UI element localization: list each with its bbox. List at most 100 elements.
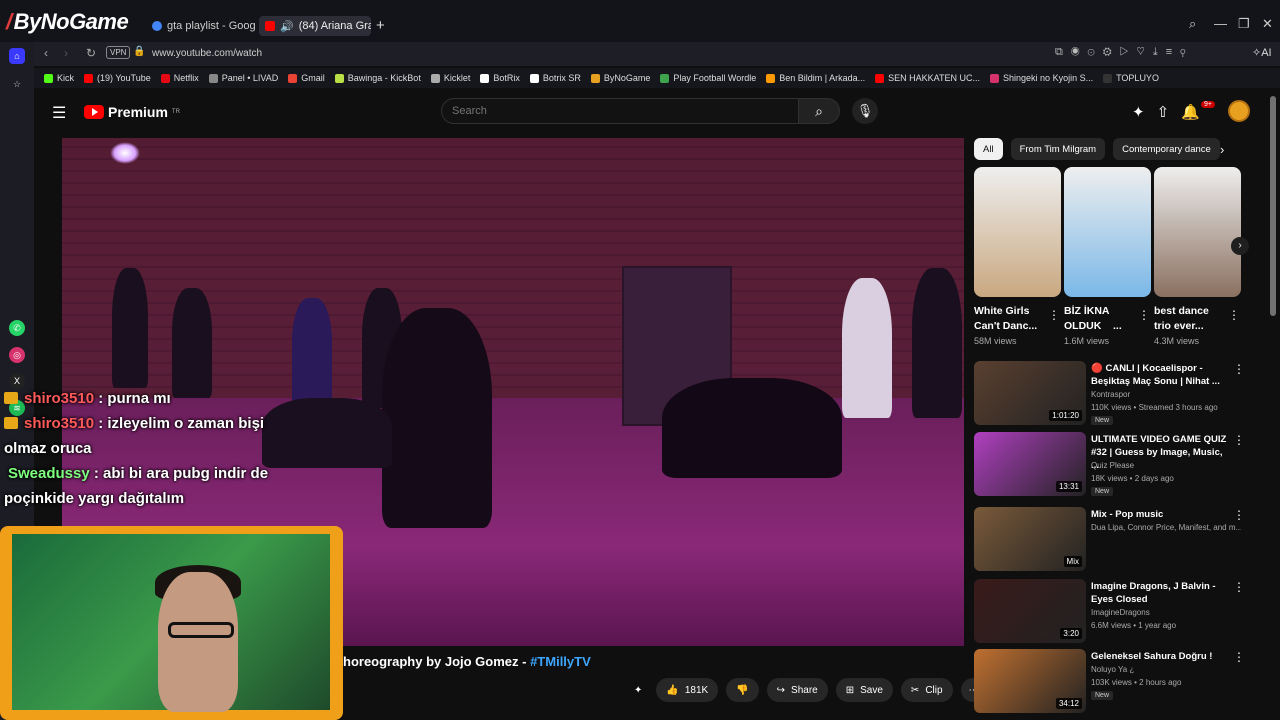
- related-video-title[interactable]: Mix - Pop music: [1091, 508, 1229, 521]
- dislike-button[interactable]: 👎: [726, 678, 759, 702]
- related-video-title[interactable]: Geleneksel Sahura Doğru !: [1091, 650, 1229, 663]
- bookmark-label: Kicklet: [443, 73, 471, 83]
- more-vert-icon[interactable]: ⋮: [1048, 308, 1060, 322]
- mic-icon[interactable]: 🎙: [852, 98, 878, 124]
- new-tab-button[interactable]: +: [376, 17, 385, 34]
- search-input[interactable]: [441, 98, 799, 124]
- more-vert-icon[interactable]: ⋮: [1233, 508, 1245, 522]
- bookmark-item[interactable]: BotRix: [480, 73, 520, 83]
- bookmark-item[interactable]: Netflix: [160, 73, 199, 83]
- new-badge: New: [1091, 487, 1114, 496]
- bookmark-item[interactable]: (19) YouTube: [84, 73, 151, 83]
- more-vert-icon[interactable]: ⋮: [1228, 308, 1240, 322]
- short-title[interactable]: best dance trio ever...: [1154, 304, 1228, 334]
- bookmark-item[interactable]: Shingeki no Kyojin S...: [990, 73, 1093, 83]
- bookmark-icon: [334, 73, 344, 83]
- more-vert-icon[interactable]: ⋮: [1233, 580, 1245, 594]
- bookmark-label: ByNoGame: [603, 73, 651, 83]
- filter-chips: All From Tim Milgram Contemporary dance: [974, 138, 1220, 160]
- short-views: 4.3M views: [1154, 336, 1200, 346]
- home-icon[interactable]: ⌂: [9, 48, 25, 64]
- tab-google[interactable]: gta playlist - Google'da Ar: [146, 16, 256, 36]
- bookmark-item[interactable]: Kick: [44, 73, 74, 83]
- short-thumbnail[interactable]: [1154, 167, 1241, 297]
- short-thumbnail[interactable]: [974, 167, 1061, 297]
- hashtag-link[interactable]: #TMillyTV: [530, 654, 591, 669]
- share-button[interactable]: ↪ Share: [766, 678, 828, 702]
- minimize-button[interactable]: —: [1214, 16, 1227, 31]
- chevron-right-icon[interactable]: ›: [1220, 142, 1224, 157]
- chat-username: shiro3510: [24, 415, 95, 432]
- youtube-premium-logo[interactable]: Premium TR: [84, 104, 180, 120]
- restore-button[interactable]: ❐: [1238, 16, 1250, 32]
- channel-name[interactable]: Quiz Please: [1091, 461, 1241, 470]
- short-title[interactable]: BİZ İKNA OLDUK ...: [1064, 304, 1138, 334]
- forward-icon[interactable]: ›: [64, 46, 68, 60]
- video-meta: 6.6M views • 1 year ago: [1091, 621, 1177, 630]
- video-thumbnail[interactable]: 13:31: [974, 432, 1086, 496]
- bookmark-icon: [660, 73, 670, 83]
- bookmark-icon: [288, 73, 298, 83]
- related-video-title[interactable]: Imagine Dragons, J Balvin - Eyes Closed: [1091, 580, 1229, 606]
- chip[interactable]: All: [974, 138, 1003, 160]
- more-vert-icon[interactable]: ⋮: [1138, 308, 1150, 322]
- bookmark-item[interactable]: Bawinga - KickBot: [334, 73, 421, 83]
- bookmark-label: (19) YouTube: [97, 73, 151, 83]
- upload-icon[interactable]: ⇧: [1157, 104, 1182, 121]
- instagram-icon[interactable]: ◎: [9, 347, 25, 363]
- save-button[interactable]: ⊞ Save: [835, 678, 893, 702]
- avatar[interactable]: [1228, 100, 1250, 122]
- channel-name[interactable]: Noluyo Ya ¿: [1091, 665, 1241, 674]
- create-icon[interactable]: ✦: [1132, 104, 1157, 121]
- channel-name[interactable]: Dua Lipa, Connor Price, Manifest, and m.…: [1091, 523, 1241, 532]
- bookmark-item[interactable]: Panel • LIVAD: [208, 73, 278, 83]
- bookmark-item[interactable]: TOPLUYO: [1103, 73, 1159, 83]
- bookmark-item[interactable]: Botrix SR: [529, 73, 581, 83]
- bookmark-item[interactable]: Kicklet: [430, 73, 471, 83]
- video-thumbnail[interactable]: Mix: [974, 507, 1086, 571]
- duration-badge: 34:12: [1055, 698, 1082, 709]
- bookmark-item[interactable]: Play Football Wordle: [660, 73, 756, 83]
- chip[interactable]: From Tim Milgram: [1010, 138, 1106, 160]
- bookmark-item[interactable]: ByNoGame: [590, 73, 651, 83]
- close-button[interactable]: ✕: [1262, 16, 1273, 32]
- search-tabs-icon[interactable]: ⌕: [1189, 16, 1196, 32]
- hamburger-menu-icon[interactable]: ☰: [52, 103, 66, 123]
- shorts-next-icon[interactable]: ›: [1231, 237, 1249, 255]
- related-video-title[interactable]: 🔴 CANLI | Kocaelispor - Beşiktaş Maç Son…: [1091, 362, 1229, 388]
- crown-icon: [4, 417, 18, 429]
- more-vert-icon[interactable]: ⋮: [1233, 433, 1245, 447]
- channel-name[interactable]: Kontraspor: [1091, 390, 1241, 399]
- more-vert-icon[interactable]: ⋮: [1233, 650, 1245, 664]
- sparkle-icon[interactable]: ✦: [628, 678, 648, 702]
- star-icon[interactable]: ☆: [9, 76, 25, 92]
- video-thumbnail[interactable]: 1:01:20: [974, 361, 1086, 425]
- like-button[interactable]: 👍 181K: [656, 678, 719, 702]
- chip[interactable]: Contemporary dance: [1113, 138, 1220, 160]
- bookmark-icon: [84, 73, 94, 83]
- short-thumbnail[interactable]: [1064, 167, 1151, 297]
- search-button[interactable]: ⌕: [798, 98, 840, 124]
- speaker-icon[interactable]: 🔊: [280, 20, 294, 33]
- video-thumbnail[interactable]: 3:20: [974, 579, 1086, 643]
- bookmark-item[interactable]: Gmail: [288, 73, 325, 83]
- bookmark-item[interactable]: SEN HAKKATEN UC...: [875, 73, 980, 83]
- url-field[interactable]: www.youtube.com/watch: [152, 48, 262, 59]
- vpn-badge[interactable]: VPN: [106, 46, 131, 59]
- reload-icon[interactable]: ↻: [86, 46, 96, 60]
- whatsapp-icon[interactable]: ✆: [9, 320, 25, 336]
- new-badge: New: [1091, 416, 1114, 425]
- scrollbar[interactable]: [1270, 96, 1276, 316]
- new-badge: New: [1091, 691, 1114, 700]
- video-thumbnail[interactable]: 34:12: [974, 649, 1086, 713]
- channel-name[interactable]: ImagineDragons: [1091, 608, 1241, 617]
- tab-youtube[interactable]: 🔊 (84) Ariana Grande - N: [259, 16, 371, 36]
- lock-icon[interactable]: 🔒: [133, 46, 145, 57]
- back-icon[interactable]: ‹: [44, 46, 48, 60]
- bookmark-item[interactable]: Ben Bildim | Arkada...: [766, 73, 865, 83]
- clip-button[interactable]: ✂ Clip: [900, 678, 953, 702]
- more-vert-icon[interactable]: ⋮: [1233, 362, 1245, 376]
- address-toolbar[interactable]: ⧉◉⊙⚙▷♡⤓≡⚲: [1055, 46, 1194, 59]
- ai-button[interactable]: ✧AI: [1252, 46, 1272, 59]
- short-title[interactable]: White Girls Can't Danc...: [974, 304, 1048, 334]
